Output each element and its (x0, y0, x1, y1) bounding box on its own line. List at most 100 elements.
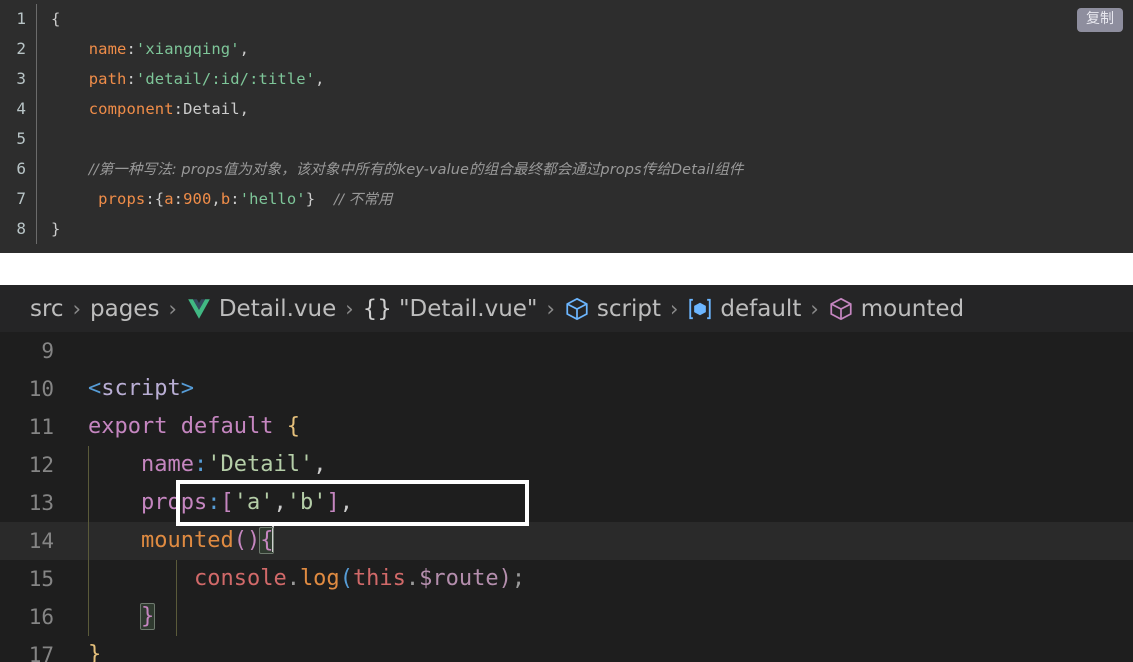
editor-line-code: } (72, 636, 101, 662)
code-token: { (51, 10, 61, 28)
breadcrumb-item-label: src (30, 295, 64, 322)
breadcrumb-item-mounted[interactable]: mounted (828, 296, 964, 322)
breadcrumb-item-detailvue[interactable]: Detail.vue (186, 296, 336, 322)
editor-line[interactable]: 11 export default { (0, 408, 1133, 446)
code-token: . (286, 566, 300, 591)
code-token: . (405, 566, 420, 591)
snippet-line-list: 1{2 name:'xiangqing', 3 path:'detail/:id/… (0, 4, 1133, 244)
editor-line[interactable]: 17} (0, 636, 1133, 662)
code-token: log (299, 566, 340, 591)
code-token: //第一种写法: props值为对象，该对象中所有的key-value的组合最终… (88, 161, 744, 178)
code-token: b (220, 189, 231, 208)
breadcrumb-item-label: default (720, 295, 802, 322)
editor-line-code: props:['a','b'], (72, 484, 353, 522)
editor-code-area[interactable]: 9 10 <script> 11 export default {12 name:'De… (0, 332, 1133, 662)
breadcrumb-item-label: pages (90, 295, 160, 322)
snippet-line-code: //第一种写法: props值为对象，该对象中所有的key-value的组合最终… (37, 154, 744, 185)
snippet-line-number: 1 (16, 9, 26, 28)
vscode-editor: src › pages › Detail.vue ›{} "Detail.vue" › scri… (0, 285, 1133, 662)
snippet-line: 8} (0, 214, 1133, 244)
code-token: :{ (145, 189, 165, 208)
section-divider (0, 253, 1133, 285)
snippet-line: 7 props:{a:900,b:'hello'} // 不常用 (0, 184, 1133, 214)
code-token: , (239, 100, 250, 118)
snippet-line: 4 component:Detail, (0, 94, 1133, 124)
breadcrumb-item-pages[interactable]: pages (90, 296, 159, 322)
breadcrumb-item-label: script (596, 295, 661, 322)
editor-line[interactable]: 14 mounted(){ (0, 522, 1133, 560)
symbol-module-blue-icon (564, 296, 590, 322)
breadcrumb-separator: › (546, 296, 555, 321)
breadcrumb-item-default[interactable]: default (687, 296, 801, 322)
indent-guide (88, 484, 89, 522)
breadcrumb[interactable]: src › pages › Detail.vue › {} "Detail.vue" › scri… (0, 285, 1133, 332)
editor-line-number: 9 (41, 339, 54, 363)
breadcrumb-separator: › (345, 296, 354, 321)
code-token: ) (498, 566, 512, 591)
code-token: ] (326, 490, 340, 515)
code-token: 'hello' (239, 189, 306, 208)
editor-line[interactable]: 15 console.log(this.$route); (0, 560, 1133, 598)
code-token: : (126, 40, 136, 58)
code-token: : (126, 70, 136, 88)
editor-line-code: mounted(){ (72, 522, 275, 560)
symbol-method-purple-icon (828, 296, 854, 322)
editor-line-number: 14 (28, 529, 54, 553)
snippet-line-code: props:{a:900,b:'hello'} // 不常用 (37, 184, 393, 215)
breadcrumb-separator: › (670, 296, 679, 321)
snippet-line-code: name:'xiangqing', (37, 34, 249, 64)
breadcrumb-item-detailvue[interactable]: {} "Detail.vue" (363, 296, 538, 322)
code-token: 900 (183, 189, 212, 208)
snippet-line-number: 6 (16, 159, 26, 178)
snippet-line: 2 name:'xiangqing', (0, 34, 1133, 64)
bracket-match-highlight: { (259, 527, 275, 554)
snippet-line-number: 5 (16, 129, 26, 148)
breadcrumb-item-label: "Detail.vue" (398, 295, 538, 322)
snippet-line-code: { (37, 4, 60, 34)
symbol-namespace-icon (687, 296, 713, 322)
editor-line-number: 16 (28, 605, 54, 629)
editor-line-number: 10 (28, 377, 54, 401)
editor-line[interactable]: 10 <script> (0, 370, 1133, 408)
snippet-line-code: } (37, 214, 60, 244)
json-object-icon: {} (362, 295, 392, 322)
editor-line-number: 13 (28, 491, 54, 515)
code-token: > (180, 376, 194, 401)
code-token: Detail (183, 100, 240, 118)
code-token: export default (88, 414, 287, 439)
code-token: // 不常用 (334, 191, 393, 208)
code-token: [ (220, 490, 234, 515)
code-token: 'Detail' (207, 452, 314, 477)
editor-line[interactable]: 9 (0, 332, 1133, 370)
code-token: console (193, 566, 287, 591)
code-token: , (315, 70, 325, 88)
code-token: ; (511, 566, 526, 591)
editor-line-number: 12 (28, 453, 54, 477)
snippet-line: 1{ (0, 4, 1133, 34)
breadcrumb-item-src[interactable]: src (30, 296, 64, 322)
editor-line-code: console.log(this.$route); (72, 560, 525, 598)
editor-line[interactable]: 12 name:'Detail', (0, 446, 1133, 484)
breadcrumb-separator: › (810, 296, 819, 321)
editor-line[interactable]: 16 } (0, 598, 1133, 636)
snippet-line-number: 8 (16, 219, 26, 238)
breadcrumb-separator: › (168, 296, 177, 321)
breadcrumb-item-script[interactable]: script (564, 296, 661, 322)
editor-line[interactable]: 13 props:['a','b'], (0, 484, 1133, 522)
code-token: ( (339, 566, 353, 591)
indent-guide (88, 598, 89, 636)
indent-guide (88, 446, 89, 484)
code-token: props (140, 490, 208, 515)
code-token: , (339, 490, 353, 515)
code-token: component (88, 100, 174, 118)
snippet-line-number: 3 (16, 69, 26, 88)
